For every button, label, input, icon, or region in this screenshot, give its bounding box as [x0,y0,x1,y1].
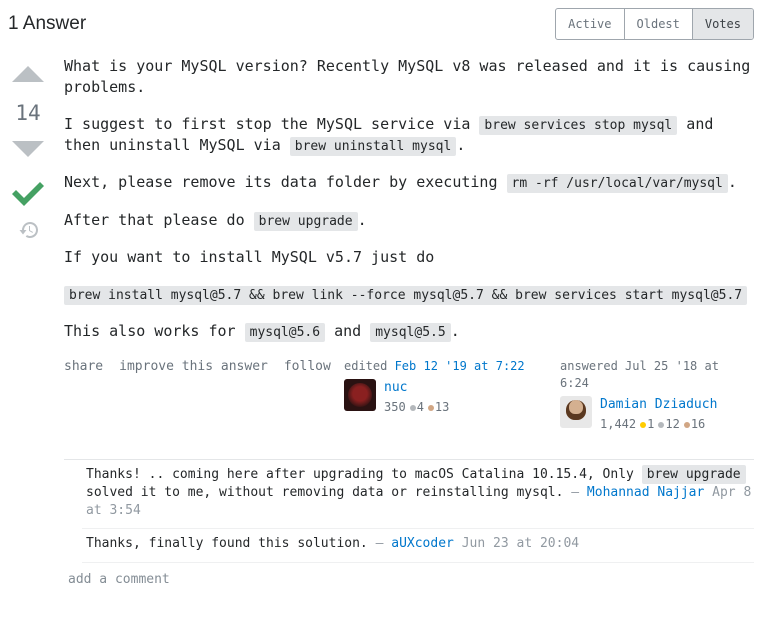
tab-votes[interactable]: Votes [693,9,753,39]
inline-code: mysql@5.5 [370,323,450,342]
inline-code: rm -rf /usr/local/var/mysql [507,174,728,193]
comment-user-link[interactable]: Mohannad Najjar [587,485,704,500]
tab-oldest[interactable]: Oldest [625,9,693,39]
inline-code: mysql@5.6 [245,323,325,342]
downvote-button[interactable] [10,131,46,170]
inline-code: brew upgrade [254,212,358,231]
paragraph: This also works for mysql@5.6 and mysql@… [64,321,754,342]
follow-link[interactable]: follow [284,358,331,376]
answer-body: What is your MySQL version? Recently MyS… [64,56,754,589]
accepted-check-icon [10,176,46,215]
share-link[interactable]: share [64,358,103,376]
avatar[interactable] [344,379,376,411]
edit-date-link[interactable]: Feb 12 '19 at 7:22 [395,359,525,373]
comment: Thanks, finally found this solution. — a… [82,529,754,562]
comment-date: Jun 23 at 20:04 [462,536,579,551]
paragraph: After that please do brew upgrade. [64,210,754,231]
add-comment-link[interactable]: add a comment [64,563,754,589]
sort-tabs: Active Oldest Votes [555,8,754,40]
paragraph: I suggest to first stop the MySQL servic… [64,114,754,156]
author-rep: 1,44211216 [600,416,717,433]
paragraph: brew install mysql@5.7 && brew link --fo… [64,284,754,305]
history-icon[interactable] [19,221,38,242]
author-name-link[interactable]: Damian Dziaduch [600,397,717,412]
paragraph: What is your MySQL version? Recently MyS… [64,56,754,98]
improve-link[interactable]: improve this answer [119,358,268,376]
tab-active[interactable]: Active [556,9,624,39]
comment: Thanks! .. coming here after upgrading t… [82,460,754,530]
author-signature: answered Jul 25 '18 at 6:24 Damian Dziad… [554,352,754,439]
answers-heading: 1 Answer [8,13,86,35]
comment-user-link[interactable]: aUXcoder [391,536,454,551]
editor-rep: 350413 [384,399,449,416]
paragraph: Next, please remove its data folder by e… [64,172,754,193]
comments-list: Thanks! .. coming here after upgrading t… [64,459,754,563]
inline-code: brew install mysql@5.7 && brew link --fo… [64,286,747,305]
inline-code: brew uninstall mysql [290,137,457,156]
editor-signature: edited Feb 12 '19 at 7:22 nuc 350413 [338,352,538,439]
paragraph: If you want to install MySQL v5.7 just d… [64,247,754,268]
avatar[interactable] [560,396,592,428]
inline-code: brew upgrade [642,465,746,484]
inline-code: brew services stop mysql [479,116,677,135]
answer-post: 14 What is your MySQL version? Recently … [8,56,754,589]
editor-name-link[interactable]: nuc [384,380,407,395]
upvote-button[interactable] [10,56,46,95]
vote-cell: 14 [8,56,48,589]
vote-score: 14 [15,101,40,125]
